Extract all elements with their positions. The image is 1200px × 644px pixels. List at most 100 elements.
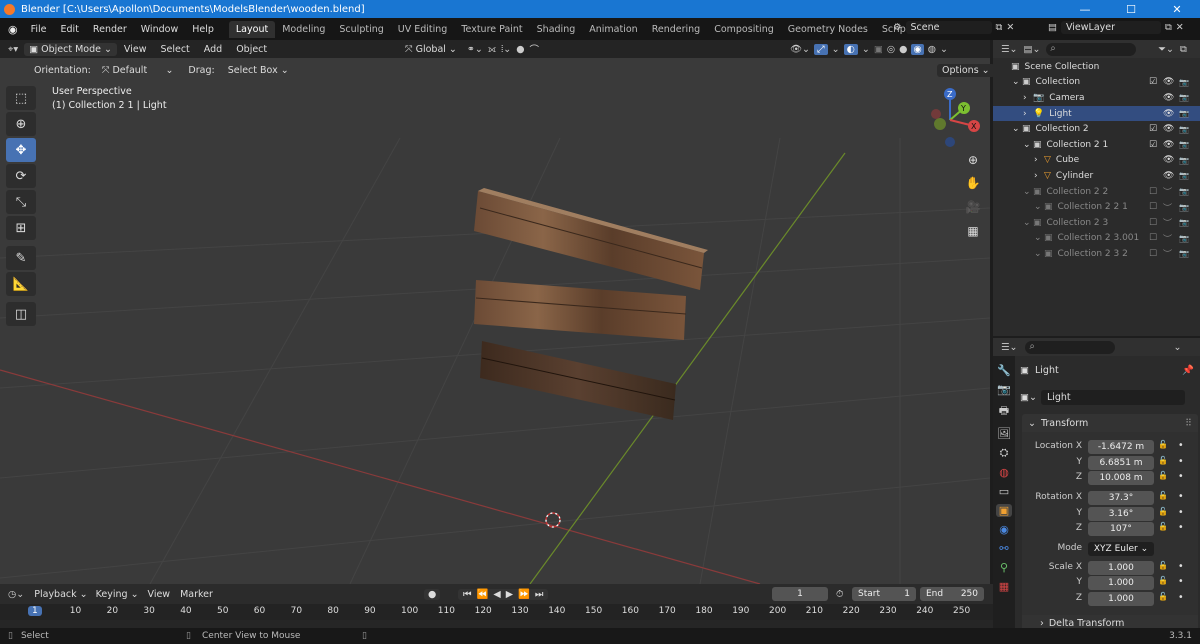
lock-icon[interactable]: 🔓 bbox=[1158, 456, 1168, 465]
zoom-icon[interactable]: ⊕ bbox=[962, 149, 984, 171]
measure-tool-icon[interactable]: 📐 bbox=[6, 272, 36, 296]
menu-playback[interactable]: Playback ⌄ bbox=[30, 589, 91, 600]
proportional-edit-icon[interactable]: ● bbox=[516, 44, 524, 55]
location-z-field[interactable]: 10.008 m bbox=[1088, 471, 1154, 485]
menu-marker[interactable]: Marker bbox=[175, 589, 218, 600]
panel-grip-icon[interactable]: ⠿ bbox=[1185, 418, 1192, 429]
chevron-down-icon[interactable]: ⌄ bbox=[1034, 202, 1044, 212]
keyframe-dot-icon[interactable]: • bbox=[1178, 471, 1184, 482]
eye-closed-icon[interactable]: ︶ bbox=[1163, 201, 1172, 214]
scene-icon[interactable]: ⚙ bbox=[893, 22, 902, 33]
render-visibility-icon[interactable]: 📷 bbox=[1179, 140, 1189, 149]
render-visibility-icon[interactable]: 📷 bbox=[1179, 109, 1189, 118]
tab-compositing[interactable]: Compositing bbox=[707, 21, 781, 38]
rendered-shading-icon[interactable]: ◍ bbox=[928, 44, 936, 55]
physics-tab-icon[interactable]: ◉ bbox=[999, 523, 1009, 536]
chevron-right-icon[interactable]: › bbox=[1023, 93, 1033, 103]
scene-selector[interactable]: Scene bbox=[905, 21, 992, 34]
outliner-editor-icon[interactable]: ☰⌄ bbox=[1001, 44, 1017, 55]
rotation-mode-selector[interactable]: XYZ Euler ⌄ bbox=[1088, 542, 1154, 556]
rotation-x-field[interactable]: 37.3° bbox=[1088, 491, 1154, 505]
maximize-button[interactable]: ☐ bbox=[1108, 0, 1154, 18]
outliner-row[interactable]: › ▽ Cylinder 👁 📷 bbox=[993, 168, 1200, 184]
outliner-row[interactable]: ⌄ ▣ Collection 2 3 2 ☐ ︶ 📷 bbox=[993, 246, 1200, 262]
record-icon[interactable]: ● bbox=[424, 588, 441, 600]
wireframe-shading-icon[interactable]: ◎ bbox=[887, 44, 895, 55]
visibility-icon[interactable]: 👁⌄ bbox=[790, 44, 810, 55]
chevron-down-icon[interactable]: ⌄ bbox=[1023, 218, 1033, 228]
chevron-down-icon[interactable]: ⌄ bbox=[1034, 249, 1044, 259]
transform-panel-header[interactable]: ⌄ Transform ⠿ bbox=[1022, 414, 1198, 432]
scale-z-field[interactable]: 1.000 bbox=[1088, 592, 1154, 606]
display-mode-icon[interactable]: ▤⌄ bbox=[1023, 44, 1040, 55]
properties-editor-icon[interactable]: ☰⌄ bbox=[1001, 342, 1017, 353]
outliner-row[interactable]: › 💡 Light 👁 📷 bbox=[993, 105, 1200, 122]
cursor-tool-icon[interactable]: ⊕ bbox=[6, 112, 36, 136]
lock-icon[interactable]: 🔓 bbox=[1158, 471, 1168, 480]
datablock-name-field[interactable]: Light bbox=[1040, 390, 1185, 405]
overlay-chevron-icon[interactable]: ⌄ bbox=[862, 44, 870, 55]
tab-modeling[interactable]: Modeling bbox=[275, 21, 332, 38]
chevron-down-icon[interactable]: ⌄ bbox=[1023, 140, 1033, 150]
move-tool-icon[interactable]: ✥ bbox=[6, 138, 36, 162]
constraints-tab-icon[interactable]: ⚯ bbox=[999, 542, 1008, 555]
transform-tool-icon[interactable]: ⊞ bbox=[6, 216, 36, 240]
scale-x-field[interactable]: 1.000 bbox=[1088, 561, 1154, 575]
outliner-row[interactable]: ⌄ ▣ Collection 2 ☑ 👁 📷 bbox=[993, 121, 1200, 137]
render-visibility-icon[interactable]: 📷 bbox=[1179, 218, 1189, 227]
close-button[interactable]: ✕ bbox=[1154, 0, 1200, 18]
chevron-right-icon[interactable]: › bbox=[1023, 109, 1033, 119]
rotate-tool-icon[interactable]: ⟳ bbox=[6, 164, 36, 188]
menu-keying[interactable]: Keying ⌄ bbox=[92, 589, 143, 600]
eye-closed-icon[interactable]: ︶ bbox=[1163, 185, 1172, 198]
scene-tab-icon[interactable]: ⛭ bbox=[1000, 446, 1009, 460]
exclude-checkbox[interactable]: ☑ bbox=[1149, 124, 1157, 134]
pivot-icon[interactable]: ⚭⌄ bbox=[467, 44, 483, 55]
wooden-plank-middle[interactable] bbox=[474, 280, 687, 340]
chevron-down-icon[interactable]: ⌄ bbox=[1034, 233, 1044, 243]
menu-help[interactable]: Help bbox=[185, 24, 221, 35]
mode-selector[interactable]: ▣ Object Mode ⌄ bbox=[24, 42, 117, 56]
outliner-row[interactable]: ⌄ ▣ Collection 2 1 ☑ 👁 📷 bbox=[993, 137, 1200, 153]
lock-icon[interactable]: 🔓 bbox=[1158, 561, 1168, 570]
render-visibility-icon[interactable]: 📷 bbox=[1179, 93, 1189, 102]
next-keyframe-icon[interactable]: ⏩ bbox=[516, 589, 532, 600]
rotation-z-field[interactable]: 107° bbox=[1088, 522, 1154, 536]
tab-texture-paint[interactable]: Texture Paint bbox=[454, 21, 529, 38]
scale-tool-icon[interactable]: ⤡ bbox=[6, 190, 36, 214]
tab-geometry-nodes[interactable]: Geometry Nodes bbox=[781, 21, 875, 38]
outliner-row[interactable]: ▣ Scene Collection bbox=[993, 59, 1200, 75]
eye-icon[interactable]: 👁 bbox=[1163, 155, 1174, 165]
wooden-plank-top[interactable] bbox=[474, 188, 708, 290]
gizmo-chevron-icon[interactable]: ⌄ bbox=[832, 44, 840, 55]
minimize-button[interactable]: — bbox=[1062, 0, 1108, 18]
snap-increment-icon[interactable]: ⦙⌄ bbox=[501, 44, 511, 55]
drag-selector[interactable]: Select Box ⌄ bbox=[223, 64, 294, 77]
pin-icon[interactable]: 📌 bbox=[1182, 365, 1194, 376]
eye-icon[interactable]: 👁 bbox=[1163, 109, 1174, 119]
frame-ruler[interactable]: 1 10 20 30 40 50 60 70 80 90 100 110 120 130 140 150 160… bbox=[0, 604, 993, 620]
exclude-checkbox[interactable]: ☐ bbox=[1149, 218, 1157, 228]
chevron-right-icon[interactable]: › bbox=[1034, 155, 1044, 165]
menu-select[interactable]: Select bbox=[153, 44, 196, 55]
texture-tab-icon[interactable]: ▦ bbox=[999, 580, 1009, 593]
menu-view[interactable]: View bbox=[117, 44, 154, 55]
orientation-selector[interactable]: ⤧ Default ⌄ bbox=[97, 64, 179, 77]
play-reverse-icon[interactable]: ◀ bbox=[491, 589, 502, 600]
outliner-row[interactable]: ⌄ ▣ Collection ☑ 👁 📷 bbox=[993, 75, 1200, 91]
location-y-field[interactable]: 6.6851 m bbox=[1088, 456, 1154, 470]
outliner-row[interactable]: ⌄ ▣ Collection 2 3.001 ☐ ︶ 📷 bbox=[993, 231, 1200, 247]
eye-icon[interactable]: 👁 bbox=[1163, 77, 1174, 87]
lock-icon[interactable]: 🔓 bbox=[1158, 491, 1168, 500]
collection-tab-icon[interactable]: ▭ bbox=[999, 485, 1009, 498]
delete-scene-icon[interactable]: ✕ bbox=[1006, 22, 1014, 33]
play-icon[interactable]: ▶ bbox=[504, 589, 515, 600]
keyframe-dot-icon[interactable]: • bbox=[1178, 561, 1184, 572]
menu-object[interactable]: Object bbox=[229, 44, 274, 55]
eye-closed-icon[interactable]: ︶ bbox=[1163, 247, 1172, 260]
lock-icon[interactable]: 🔓 bbox=[1158, 440, 1168, 449]
lock-icon[interactable]: 🔓 bbox=[1158, 576, 1168, 585]
xray-icon[interactable]: ▣ bbox=[874, 44, 883, 55]
rotation-y-field[interactable]: 3.16° bbox=[1088, 507, 1154, 521]
chevron-down-icon[interactable]: ⌄ bbox=[1023, 187, 1033, 197]
